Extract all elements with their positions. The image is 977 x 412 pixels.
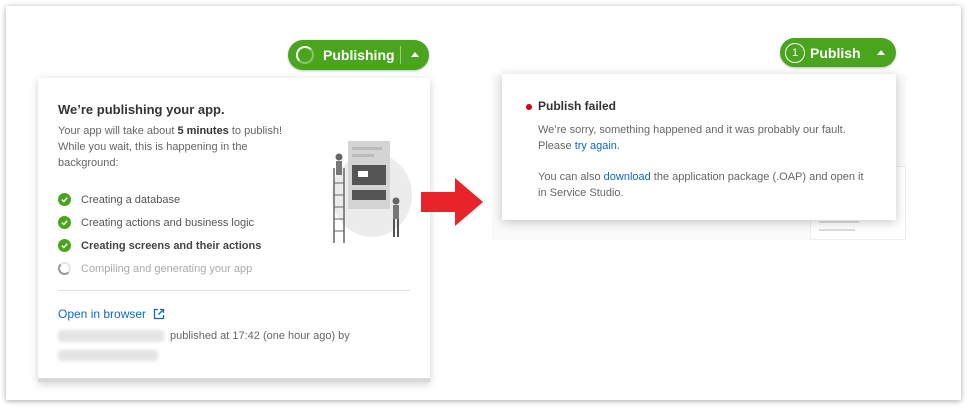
failed-message-text: We’re sorry, something happened and it w… [538, 124, 846, 136]
step-item: Creating screens and their actions [58, 234, 298, 257]
download-message: You can also download the application pa… [538, 169, 868, 201]
step-label: Creating a database [81, 193, 181, 206]
error-dot-icon [526, 104, 532, 110]
divider [58, 290, 410, 291]
failed-title: Publish failed [538, 99, 617, 113]
try-again-link[interactable]: try again [575, 140, 617, 152]
external-link-icon [153, 308, 165, 320]
publish-button[interactable]: 1 Publish [780, 38, 896, 67]
step-label: Creating screens and their actions [81, 239, 262, 252]
step-label: Compiling and generating your app [81, 262, 253, 275]
open-in-browser-link[interactable]: Open in browser [58, 307, 165, 321]
publishing-button[interactable]: Publishing [288, 40, 429, 70]
download-link[interactable]: download [604, 171, 651, 183]
publish-count-badge: 1 [785, 42, 805, 63]
caret-up-icon[interactable] [411, 52, 419, 57]
please-text: Please [538, 140, 575, 152]
blurred-username [58, 350, 158, 361]
step-label: Creating actions and business logic [81, 216, 255, 229]
blurred-app-url [58, 330, 164, 342]
also-prefix: You can also [538, 171, 604, 183]
check-icon [58, 239, 71, 252]
published-info: published at 17:42 (one hour ago) by [58, 330, 350, 342]
publish-button-label: Publish [810, 44, 861, 61]
period-text: . [616, 140, 620, 152]
step-item: Creating a database [58, 188, 298, 211]
published-text: published at 17:42 (one hour ago) by [170, 330, 350, 342]
panel-bottom-bar [38, 378, 430, 382]
step-item: Creating actions and business logic [58, 211, 298, 234]
progress-steps: Creating a database Creating actions and… [58, 188, 298, 280]
panel-description: Your app will take about 5 minutes to pu… [58, 123, 298, 171]
step-item: Compiling and generating your app [58, 257, 298, 280]
failed-message: We’re sorry, something happened and it w… [538, 122, 868, 154]
publishing-button-label: Publishing [323, 47, 395, 63]
panel-title: We’re publishing your app. [58, 102, 225, 117]
desc-duration: 5 minutes [177, 125, 229, 137]
publishing-illustration [332, 141, 412, 243]
check-icon [58, 193, 71, 206]
spinner-icon [296, 46, 314, 64]
publishing-panel: We’re publishing your app. Your app will… [38, 78, 430, 382]
open-in-browser-label: Open in browser [58, 307, 147, 321]
screenshot-frame: Publishing We’re publishing your app. Yo… [6, 6, 961, 400]
doc-line [819, 229, 855, 231]
caret-up-icon[interactable] [877, 50, 885, 55]
publish-failed-panel: Publish failed We’re sorry, something ha… [502, 74, 896, 220]
right-arrow-icon [421, 178, 483, 226]
button-divider [400, 46, 401, 64]
check-icon [58, 216, 71, 229]
doc-line [819, 221, 859, 223]
loading-icon [58, 262, 71, 275]
desc-prefix: Your app will take about [58, 125, 178, 137]
